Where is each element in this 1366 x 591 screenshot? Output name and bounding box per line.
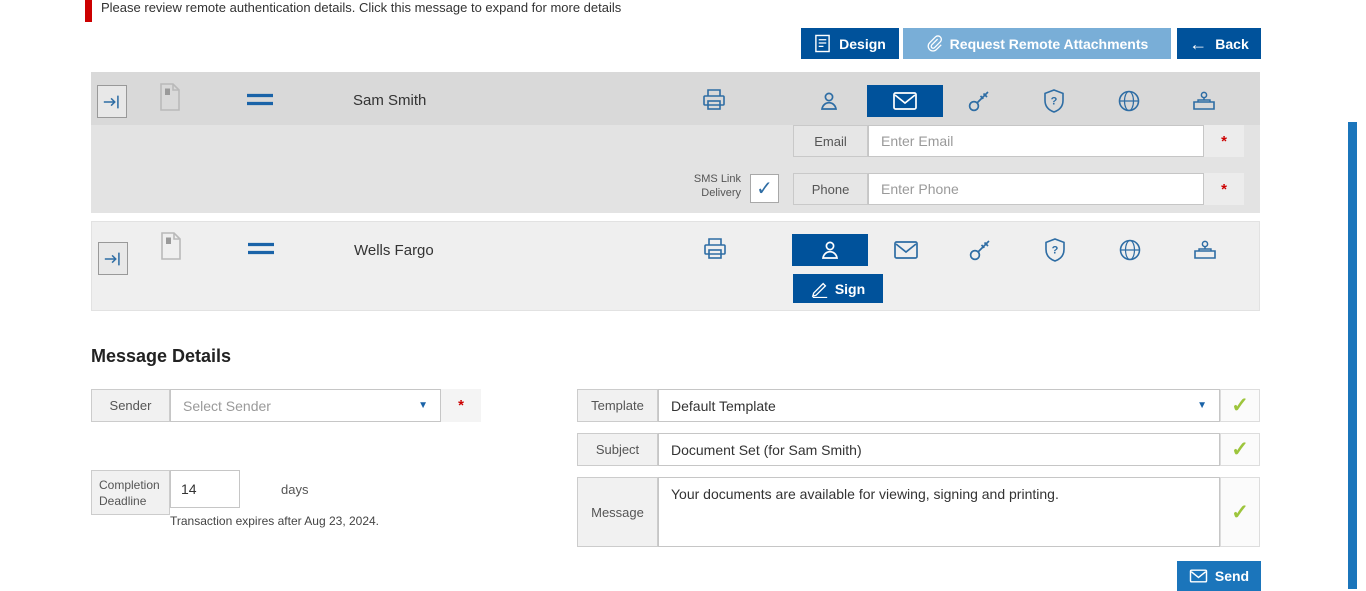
completion-deadline-input[interactable] <box>170 470 240 508</box>
template-select-value: Default Template <box>671 397 776 414</box>
paperclip-icon <box>926 34 942 53</box>
email-option-button[interactable] <box>867 85 943 117</box>
back-button[interactable]: ← Back <box>1177 28 1261 59</box>
design-document-icon <box>814 34 831 53</box>
print-button[interactable] <box>700 234 730 264</box>
design-button[interactable]: Design <box>801 28 899 59</box>
globe-icon <box>1117 237 1143 263</box>
days-label: days <box>281 482 309 497</box>
phone-input[interactable] <box>868 173 1204 205</box>
person-option-button[interactable] <box>792 234 868 266</box>
email-field-label: Email <box>793 125 868 157</box>
email-input[interactable] <box>868 125 1204 157</box>
question-badge-icon: ? <box>1043 237 1067 263</box>
sms-link-delivery-checkbox[interactable]: ✓ <box>750 174 779 203</box>
globe-icon <box>1116 88 1142 114</box>
sign-button-label: Sign <box>834 280 866 297</box>
recipient-row-sam-smith: Sam Smith ? Email * <box>91 72 1260 213</box>
subject-valid-indicator: ✓ <box>1220 433 1260 466</box>
email-option-button[interactable] <box>868 234 944 266</box>
routing-order-icon <box>102 92 122 112</box>
chevron-down-icon: ▼ <box>1197 400 1207 411</box>
drag-handle-icon <box>246 92 274 107</box>
valid-check-icon: ✓ <box>1231 438 1249 461</box>
qa-option-button[interactable]: ? <box>1017 234 1093 266</box>
sender-required-marker: * <box>441 389 481 422</box>
send-button[interactable]: Send <box>1177 561 1261 591</box>
chevron-down-icon: ▼ <box>418 400 428 411</box>
message-field-label: Message <box>577 477 658 547</box>
design-button-label: Design <box>839 35 886 52</box>
svg-text:?: ? <box>1052 245 1059 257</box>
notice-accent-bar <box>85 0 92 22</box>
message-textarea[interactable]: Your documents are available for viewing… <box>658 477 1220 547</box>
back-arrow-icon: ← <box>1189 33 1208 54</box>
request-remote-attachments-button[interactable]: Request Remote Attachments <box>903 28 1171 59</box>
template-valid-indicator: ✓ <box>1220 389 1260 422</box>
routing-order-icon <box>103 249 123 269</box>
key-icon <box>966 88 992 114</box>
printer-icon <box>702 236 728 262</box>
print-button[interactable] <box>699 85 729 115</box>
routing-order-button[interactable] <box>98 242 128 275</box>
key-icon <box>967 237 993 263</box>
password-option-button[interactable] <box>942 234 1018 266</box>
template-field-label: Template <box>577 389 658 422</box>
drag-handle-icon <box>247 241 275 256</box>
back-button-label: Back <box>1215 35 1249 52</box>
drag-handle[interactable] <box>247 241 275 261</box>
sender-select[interactable]: Select Sender ▼ <box>170 389 441 422</box>
routing-order-button[interactable] <box>97 85 127 118</box>
sign-button[interactable]: Sign <box>793 274 883 303</box>
envelope-icon <box>892 90 918 112</box>
device-person-icon <box>1192 237 1218 263</box>
request-remote-attachments-label: Request Remote Attachments <box>949 35 1149 52</box>
sms-option-button[interactable] <box>1092 234 1168 266</box>
sms-link-delivery-label: SMS Link Delivery <box>693 173 741 199</box>
send-button-label: Send <box>1214 568 1250 584</box>
send-envelope-icon <box>1189 568 1208 584</box>
password-option-button[interactable] <box>941 85 1017 117</box>
kiosk-option-button[interactable] <box>1167 234 1243 266</box>
notice-banner[interactable]: Please review remote authentication deta… <box>85 0 1260 22</box>
phone-required-marker: * <box>1204 173 1244 205</box>
sender-field-label: Sender <box>91 389 170 422</box>
sender-select-value: Select Sender <box>183 397 271 414</box>
sms-option-button[interactable] <box>1091 85 1167 117</box>
drag-handle[interactable] <box>246 92 274 112</box>
recipient-name: Sam Smith <box>353 92 427 109</box>
envelope-icon <box>893 239 919 261</box>
subject-field-label: Subject <box>577 433 658 466</box>
message-details-title: Message Details <box>91 346 232 366</box>
question-badge-icon: ? <box>1042 88 1066 114</box>
person-option-button[interactable] <box>791 85 867 117</box>
printer-icon <box>701 87 727 113</box>
message-valid-indicator: ✓ <box>1220 477 1260 547</box>
valid-check-icon: ✓ <box>1231 500 1249 524</box>
expiry-note: Transaction expires after Aug 23, 2024. <box>170 514 380 528</box>
completion-deadline-label: Completion Deadline <box>91 470 170 515</box>
qa-option-button[interactable]: ? <box>1016 85 1092 117</box>
check-icon: ✓ <box>756 178 773 200</box>
valid-check-icon: ✓ <box>1231 394 1249 417</box>
scrollbar-thumb[interactable] <box>1348 122 1357 589</box>
asterisk-icon: * <box>458 397 464 414</box>
person-icon <box>818 238 842 262</box>
kiosk-option-button[interactable] <box>1166 85 1242 117</box>
recipient-row-wells-fargo: Wells Fargo ? Sign <box>91 221 1260 311</box>
asterisk-icon: * <box>1221 132 1227 150</box>
document-icon <box>159 231 183 261</box>
device-person-icon <box>1191 88 1217 114</box>
phone-field-label: Phone <box>793 173 868 205</box>
template-select[interactable]: Default Template ▼ <box>658 389 1220 422</box>
document-icon <box>158 82 182 112</box>
pen-icon <box>811 280 829 298</box>
recipient-name: Wells Fargo <box>354 242 434 259</box>
notice-text: Please review remote authentication deta… <box>101 0 622 15</box>
svg-text:?: ? <box>1051 96 1058 108</box>
email-required-marker: * <box>1204 125 1244 157</box>
asterisk-icon: * <box>1221 180 1227 198</box>
subject-input[interactable] <box>658 433 1220 466</box>
person-icon <box>817 89 841 113</box>
